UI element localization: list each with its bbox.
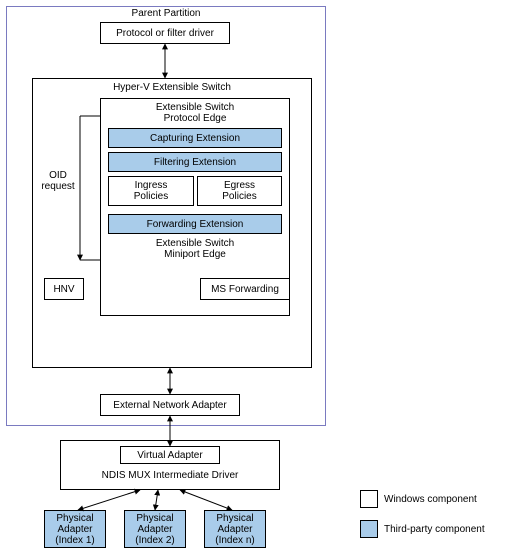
ingress-policies-box: Ingress Policies <box>108 176 194 206</box>
physical-adapter-n-box: Physical Adapter (Index n) <box>204 510 266 548</box>
protocol-driver-box: Protocol or filter driver <box>100 22 230 44</box>
legend-thirdparty-label: Third-party component <box>384 524 485 535</box>
hes-title: Hyper-V Extensible Switch <box>32 82 312 93</box>
forwarding-extension-label: Forwarding Extension <box>147 219 244 230</box>
physical-adapter-1-label: Physical Adapter (Index 1) <box>55 513 94 546</box>
legend-windows-swatch <box>360 490 378 508</box>
hnv-label: HNV <box>53 284 74 295</box>
external-adapter-label: External Network Adapter <box>113 400 226 411</box>
ingress-policies-label: Ingress Policies <box>134 180 168 202</box>
msforwarding-box: MS Forwarding <box>200 278 290 300</box>
legend-thirdparty-swatch <box>360 520 378 538</box>
legend-windows-row: Windows component <box>360 490 477 508</box>
legend-windows-label: Windows component <box>384 494 477 505</box>
protocol-driver-label: Protocol or filter driver <box>116 28 214 39</box>
parent-partition-title: Parent Partition <box>6 8 326 19</box>
physical-adapter-n-label: Physical Adapter (Index n) <box>215 513 254 546</box>
filtering-extension-box: Filtering Extension <box>108 152 282 172</box>
virtual-adapter-label: Virtual Adapter <box>137 450 202 461</box>
egress-policies-label: Egress Policies <box>222 180 256 202</box>
msforwarding-label: MS Forwarding <box>211 284 279 295</box>
protocol-edge-label: Extensible Switch Protocol Edge <box>110 102 280 124</box>
mux-driver-label: NDIS MUX Intermediate Driver <box>60 470 280 481</box>
miniport-edge-label: Extensible Switch Miniport Edge <box>110 238 280 260</box>
filtering-extension-label: Filtering Extension <box>154 157 236 168</box>
hnv-box: HNV <box>44 278 84 300</box>
oid-request-label: OID request <box>38 170 78 192</box>
physical-adapter-1-box: Physical Adapter (Index 1) <box>44 510 106 548</box>
external-adapter-box: External Network Adapter <box>100 394 240 416</box>
capturing-extension-box: Capturing Extension <box>108 128 282 148</box>
physical-adapter-2-label: Physical Adapter (Index 2) <box>135 513 174 546</box>
forwarding-extension-box: Forwarding Extension <box>108 214 282 234</box>
virtual-adapter-box: Virtual Adapter <box>120 446 220 464</box>
capturing-extension-label: Capturing Extension <box>150 133 240 144</box>
legend-thirdparty-row: Third-party component <box>360 520 485 538</box>
physical-adapter-2-box: Physical Adapter (Index 2) <box>124 510 186 548</box>
egress-policies-box: Egress Policies <box>197 176 282 206</box>
